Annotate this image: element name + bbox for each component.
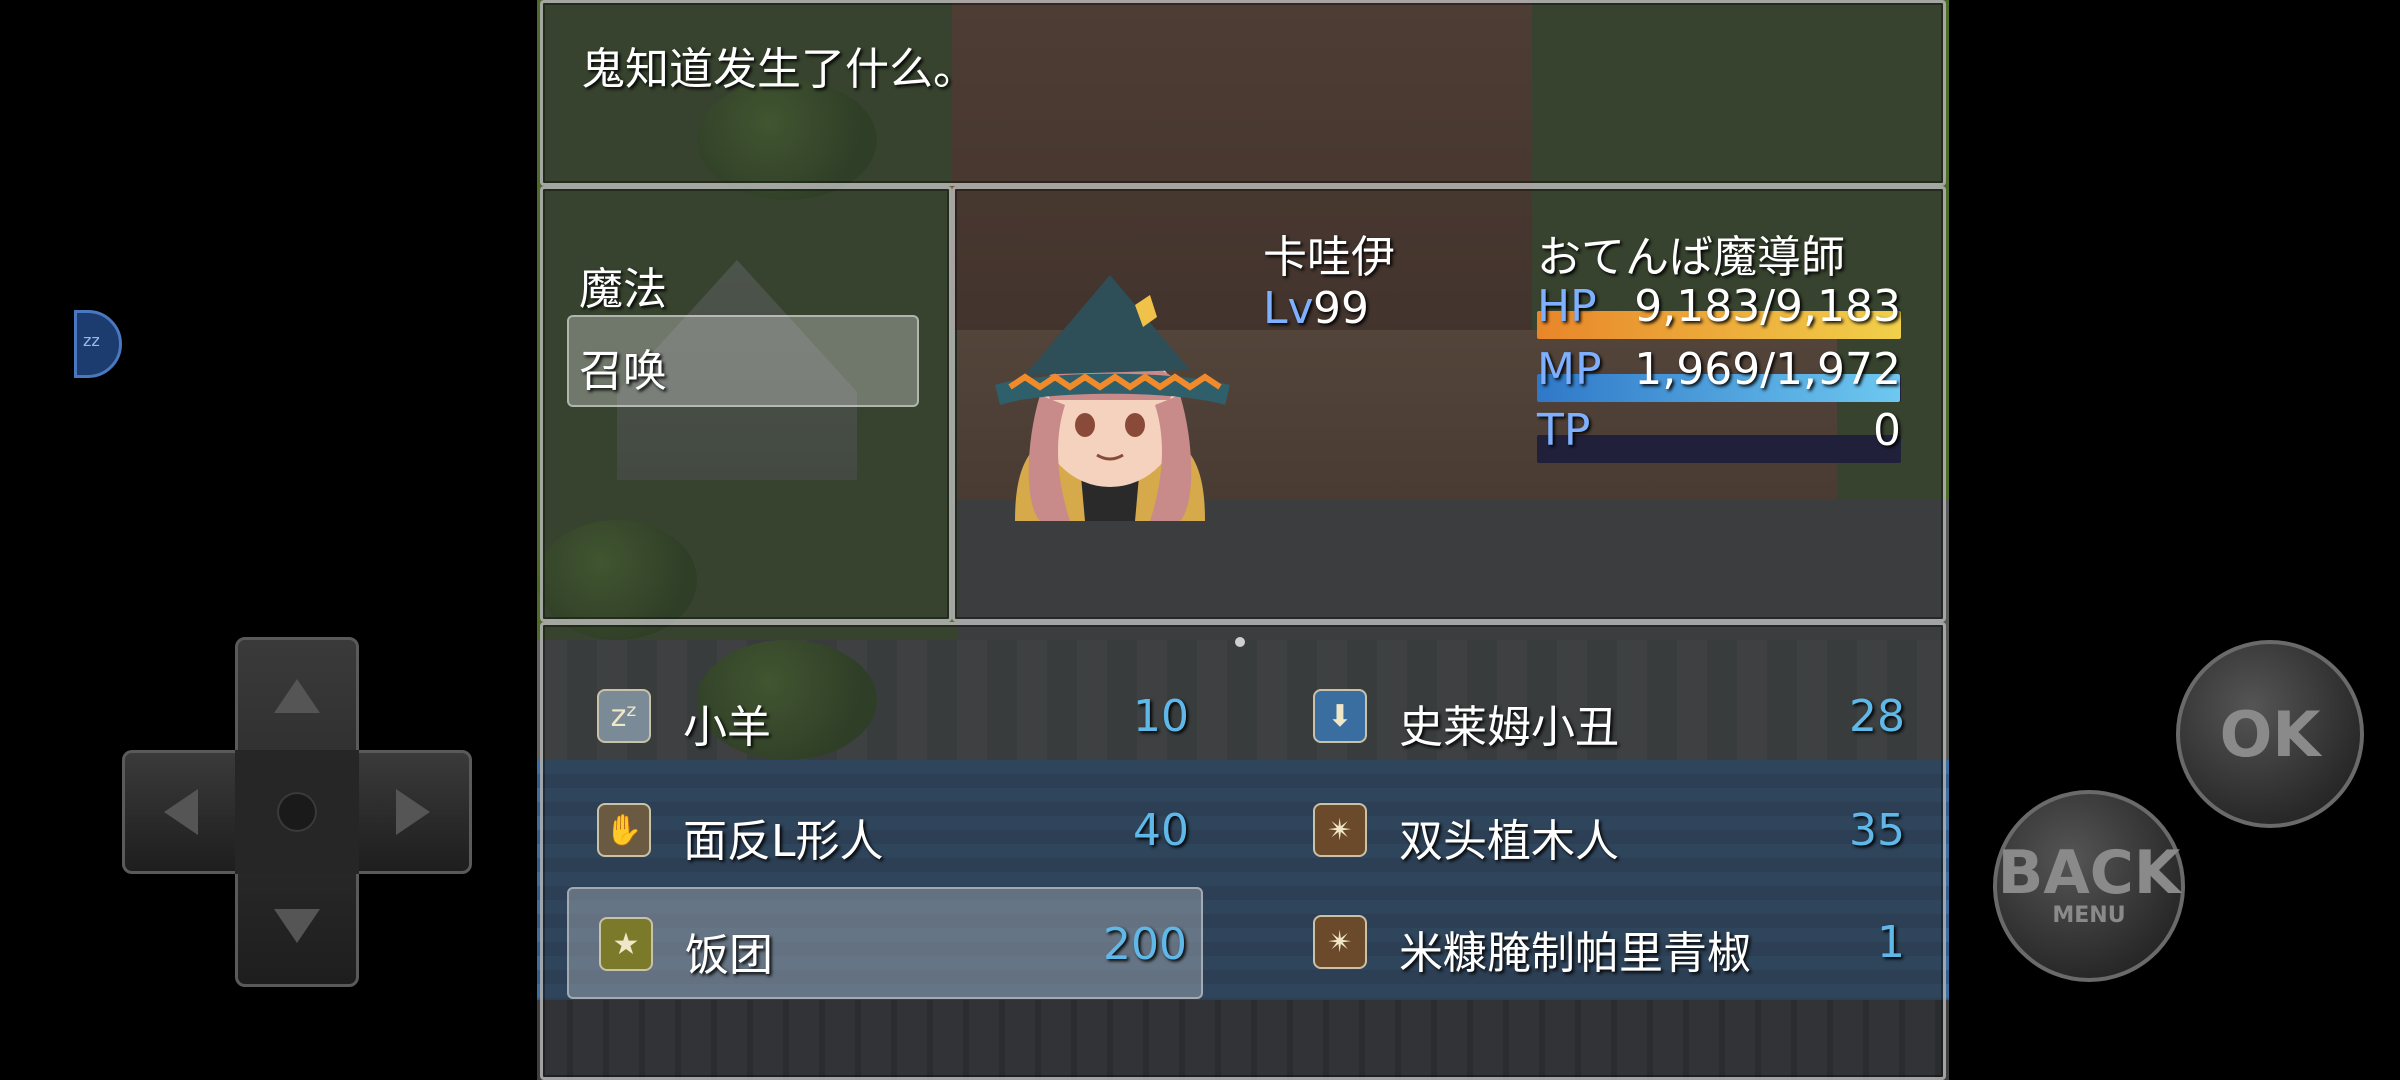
skill-cost: 10: [1133, 691, 1189, 742]
skill-name: 双头植木人: [1399, 816, 1619, 867]
command-label: 魔法: [579, 264, 667, 315]
water-drop-icon: ⬇: [1313, 689, 1367, 743]
hp-value: 9,183/9,183: [1634, 281, 1901, 332]
tp-value: 0: [1873, 405, 1901, 456]
claw-icon: ✋: [597, 803, 651, 857]
skill-list-item[interactable]: zᶻ 小羊 10: [567, 661, 1203, 773]
actor-name: 卡哇伊: [1263, 232, 1395, 283]
skill-cost: 200: [1103, 919, 1187, 970]
mp-label: MP: [1537, 344, 1602, 395]
back-menu-button[interactable]: BACK MENU: [1993, 790, 2185, 982]
skill-list-item[interactable]: ✋ 面反L形人 40: [567, 775, 1203, 887]
skill-name: 米糠腌制帕里青椒: [1399, 928, 1751, 979]
skill-list-item[interactable]: ⬇ 史莱姆小丑 28: [1283, 661, 1919, 773]
command-window: 魔法 召唤: [540, 186, 952, 622]
back-button-label: BACK: [1997, 838, 2181, 908]
actor-class: おてんば魔導師: [1537, 232, 1845, 283]
hp-label: HP: [1537, 281, 1597, 332]
floating-button-label: zz: [83, 331, 100, 350]
skill-cost: 28: [1849, 691, 1905, 742]
game-viewport: 鬼知道发生了什么。 魔法 召唤 卡哇伊 おてんば魔導師 Lv 99 HP 9,1…: [537, 0, 1949, 1080]
tp-gauge: TP 0: [1537, 405, 1901, 465]
skill-name: 饭团: [685, 930, 773, 981]
ok-button-label: OK: [2219, 697, 2321, 771]
mp-gauge: MP 1,969/1,972: [1537, 344, 1901, 404]
slash-icon: ✴: [1313, 803, 1367, 857]
skill-list-window: zᶻ 小羊 10 ⬇ 史莱姆小丑 28 ✋ 面反L形人 40 ✴ 双头植木人 35 ★ 饭团 200 ✴ 米糠腌…: [540, 622, 1946, 1080]
skill-list-item[interactable]: ✴ 米糠腌制帕里青椒 1: [1283, 887, 1919, 999]
ok-button[interactable]: OK: [2176, 640, 2364, 828]
actor-level-label: Lv: [1263, 283, 1314, 334]
message-text: 鬼知道发生了什么。: [581, 44, 977, 95]
dpad-center-dot: [277, 792, 317, 832]
floating-sleep-button[interactable]: zz: [74, 310, 122, 378]
message-window: 鬼知道发生了什么。: [540, 0, 1946, 186]
sleep-zzz-icon: zᶻ: [597, 689, 651, 743]
command-item-summon[interactable]: 召唤: [567, 315, 919, 407]
star-icon: ★: [599, 917, 653, 971]
tp-bar-back: [1537, 435, 1901, 463]
slash-icon: ✴: [1313, 915, 1367, 969]
scroll-up-indicator-icon[interactable]: [1235, 637, 1245, 647]
actor-level-value: 99: [1313, 283, 1369, 334]
status-window: 卡哇伊 おてんば魔導師 Lv 99 HP 9,183/9,183 MP 1,96…: [952, 186, 1946, 622]
dpad[interactable]: [122, 637, 472, 987]
command-label: 召唤: [579, 346, 667, 397]
menu-button-label: MENU: [2052, 903, 2126, 928]
dpad-left-arrow-icon[interactable]: [164, 789, 198, 835]
dpad-up-arrow-icon[interactable]: [274, 679, 320, 713]
actor-portrait: [985, 275, 1235, 521]
mp-value: 1,969/1,972: [1634, 344, 1901, 395]
skill-cost: 35: [1849, 805, 1905, 856]
skill-list-item[interactable]: ✴ 双头植木人 35: [1283, 775, 1919, 887]
tp-label: TP: [1537, 405, 1591, 456]
skill-name: 小羊: [683, 702, 771, 753]
dpad-down-arrow-icon[interactable]: [274, 909, 320, 943]
hp-gauge: HP 9,183/9,183: [1537, 281, 1901, 341]
skill-name: 面反L形人: [683, 816, 884, 867]
skill-cost: 1: [1877, 917, 1905, 968]
witch-portrait-image: [995, 275, 1230, 521]
dpad-right-arrow-icon[interactable]: [396, 789, 430, 835]
skill-list-item[interactable]: ★ 饭团 200: [567, 887, 1203, 999]
skill-cost: 40: [1133, 805, 1189, 856]
command-item-magic[interactable]: 魔法: [567, 233, 923, 325]
skill-name: 史莱姆小丑: [1399, 702, 1619, 753]
